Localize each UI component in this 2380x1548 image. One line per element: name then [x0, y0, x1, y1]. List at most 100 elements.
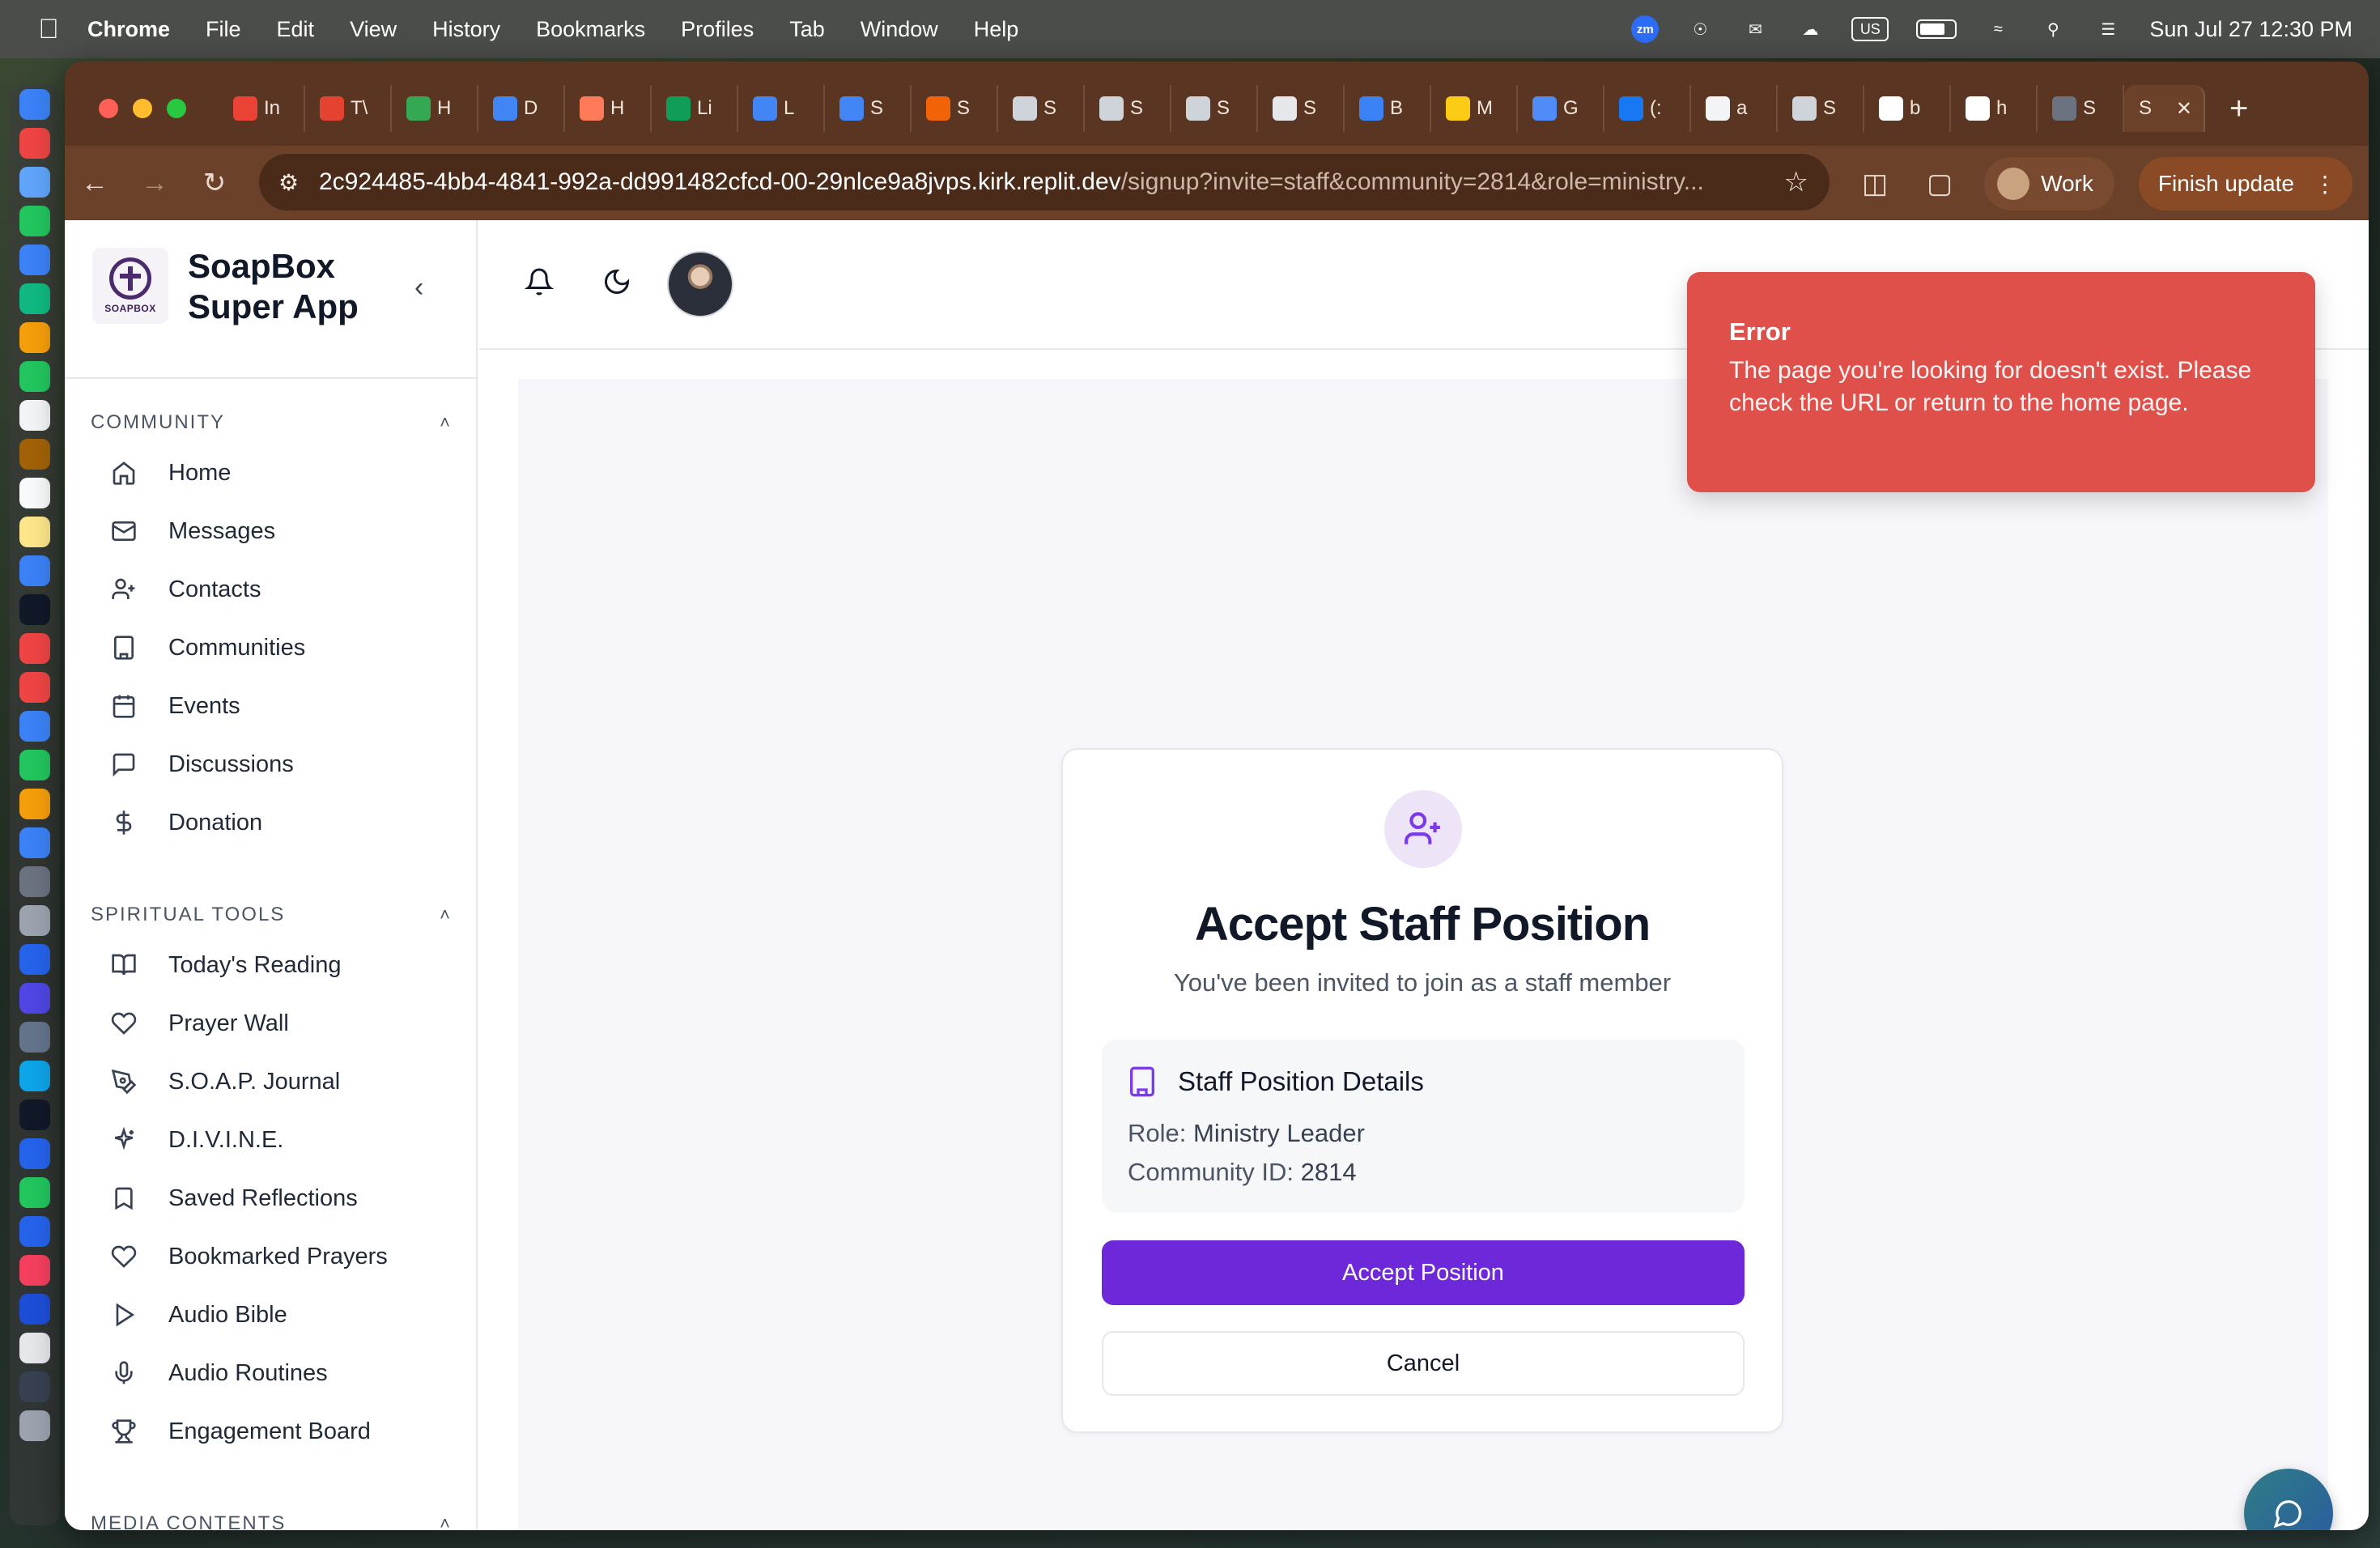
password-manager-icon[interactable]: ☉ [1686, 15, 1714, 43]
maps-app-icon[interactable] [19, 283, 50, 314]
close-window-button[interactable] [99, 99, 118, 118]
forward-arrow-icon[interactable]: → [125, 168, 185, 199]
mail-app-icon[interactable] [19, 245, 50, 275]
moon-icon[interactable] [602, 267, 638, 303]
zoom-window-button[interactable] [167, 99, 186, 118]
browser-tab[interactable]: S [998, 85, 1085, 132]
browser-tab[interactable]: S [1258, 85, 1345, 132]
signal-app-icon[interactable] [19, 1138, 50, 1169]
menu-bar-clock[interactable]: Sun Jul 27 12:30 PM [2149, 17, 2352, 42]
downloads-folder-icon[interactable] [19, 1372, 50, 1402]
browser-tab[interactable]: B [1345, 85, 1431, 132]
minimize-window-button[interactable] [133, 99, 152, 118]
document-icon[interactable] [19, 1333, 50, 1363]
terminal-app-icon[interactable] [19, 1099, 50, 1130]
menu-help[interactable]: Help [974, 17, 1019, 42]
browser-tab[interactable]: Li [652, 85, 738, 132]
pages-app-icon[interactable] [19, 789, 50, 819]
browser-tab-active[interactable]: S ✕ [2124, 85, 2205, 132]
sidebar-item-prayer-wall[interactable]: Prayer Wall [107, 999, 447, 1048]
sidebar-item-donation[interactable]: Donation [107, 798, 447, 847]
keynote-app-icon[interactable] [19, 711, 50, 742]
browser-tab[interactable]: M [1431, 85, 1518, 132]
reminders-app-icon[interactable] [19, 478, 50, 508]
contacts-app-icon[interactable] [19, 439, 50, 470]
sidebar-item-engagement-board[interactable]: Engagement Board [107, 1407, 447, 1456]
browser-tab[interactable]: S [825, 85, 912, 132]
browser-tab[interactable]: H [565, 85, 652, 132]
launchpad-icon[interactable] [19, 128, 50, 159]
extensions-icon[interactable]: ◫ [1855, 168, 1895, 200]
app-store-icon[interactable] [19, 827, 50, 858]
menu-edit[interactable]: Edit [277, 17, 315, 42]
browser-tab[interactable]: a [1691, 85, 1778, 132]
browser-tab[interactable]: (: [1604, 85, 1691, 132]
accept-position-button[interactable]: Accept Position [1102, 1240, 1745, 1305]
wifi-icon[interactable]: ≈ [1984, 15, 2012, 43]
sidebar-item-bookmarked-prayers[interactable]: Bookmarked Prayers [107, 1232, 447, 1281]
chevron-up-icon[interactable]: ˄ [440, 1513, 452, 1530]
messages-app-icon[interactable] [19, 206, 50, 236]
browser-tab[interactable]: S [912, 85, 998, 132]
apple-menu-icon[interactable]:  [32, 14, 65, 45]
browser-tab[interactable]: S [1085, 85, 1171, 132]
sidebar-item-d-i-v-i-n-e[interactable]: D.I.V.I.N.E. [107, 1116, 447, 1164]
menu-bookmarks[interactable]: Bookmarks [536, 17, 645, 42]
outlook-app-icon[interactable] [19, 944, 50, 975]
close-tab-icon[interactable]: ✕ [2176, 97, 2192, 121]
browser-tab[interactable]: D [478, 85, 565, 132]
sidebar-item-discussions[interactable]: Discussions [107, 740, 447, 789]
sidebar-item-today-s-reading[interactable]: Today's Reading [107, 941, 447, 989]
soapbox-logo[interactable]: SOAPBOX [92, 248, 168, 324]
chevron-up-icon[interactable]: ˄ [440, 412, 452, 433]
chevron-up-icon[interactable]: ˄ [440, 904, 452, 925]
music-app-icon[interactable] [19, 633, 50, 664]
safari-icon[interactable] [19, 167, 50, 198]
app-menu[interactable]: Chrome [87, 17, 170, 42]
keyboard-layout-icon[interactable]: US [1851, 17, 1889, 41]
menu-file[interactable]: File [206, 17, 241, 42]
browser-tab[interactable]: H [392, 85, 478, 132]
cloud-status-icon[interactable]: ☁ [1796, 15, 1824, 43]
browser-tab[interactable]: S [1171, 85, 1258, 132]
back-arrow-icon[interactable]: ← [65, 168, 125, 199]
chrome-app-icon[interactable] [19, 1255, 50, 1286]
tv-app-icon[interactable] [19, 594, 50, 625]
notes-app-icon[interactable] [19, 517, 50, 547]
browser-tab[interactable]: T\ [305, 85, 392, 132]
browser-tab[interactable]: G [1518, 85, 1604, 132]
sidebar-item-contacts[interactable]: Contacts [107, 565, 447, 614]
zoom-app-icon[interactable] [19, 1216, 50, 1247]
finder-icon[interactable] [19, 89, 50, 120]
sidebar-item-s-o-a-p-journal[interactable]: S.O.A.P. Journal [107, 1057, 447, 1106]
cancel-button[interactable]: Cancel [1102, 1331, 1745, 1396]
sidebar-section-header[interactable]: MEDIA CONTENTS ˄ [91, 1512, 452, 1530]
address-url[interactable]: 2c924485-4bb4-4841-992a-dd991482cfcd-00-… [319, 168, 1711, 196]
freeform-app-icon[interactable] [19, 555, 50, 586]
error-toast[interactable]: Error The page you're looking for doesn'… [1687, 272, 2315, 492]
facetime-app-icon[interactable] [19, 361, 50, 392]
1password-app-icon[interactable] [19, 1294, 50, 1325]
finish-update-button[interactable]: Finish update ⋮ [2138, 157, 2352, 211]
spotlight-search-icon[interactable]: ⚲ [2039, 15, 2067, 43]
sidebar-item-messages[interactable]: Messages [107, 507, 447, 555]
sidebar-section-header[interactable]: COMMUNITY ˄ [91, 411, 452, 434]
reload-icon[interactable]: ↻ [185, 167, 244, 199]
sidebar-item-audio-bible[interactable]: Audio Bible [107, 1291, 447, 1339]
menu-view[interactable]: View [350, 17, 397, 42]
browser-tab[interactable]: L [738, 85, 825, 132]
sidebar-item-audio-routines[interactable]: Audio Routines [107, 1349, 447, 1397]
photos-app-icon[interactable] [19, 322, 50, 353]
menu-window[interactable]: Window [861, 17, 938, 42]
profile-button[interactable]: Work [1984, 157, 2114, 211]
collapse-sidebar-chevron-icon[interactable]: ‹ [414, 272, 423, 304]
teams-app-icon[interactable] [19, 983, 50, 1014]
browser-tab[interactable]: S [2038, 85, 2124, 132]
trash-icon[interactable] [19, 1410, 50, 1441]
browser-tab[interactable]: In [219, 85, 305, 132]
site-settings-icon[interactable]: ⚙ [278, 169, 319, 196]
menu-history[interactable]: History [432, 17, 500, 42]
new-tab-plus-icon[interactable]: + [2229, 91, 2248, 127]
sidebar-item-events[interactable]: Events [107, 682, 447, 730]
control-center-icon[interactable]: ☰ [2094, 15, 2122, 43]
